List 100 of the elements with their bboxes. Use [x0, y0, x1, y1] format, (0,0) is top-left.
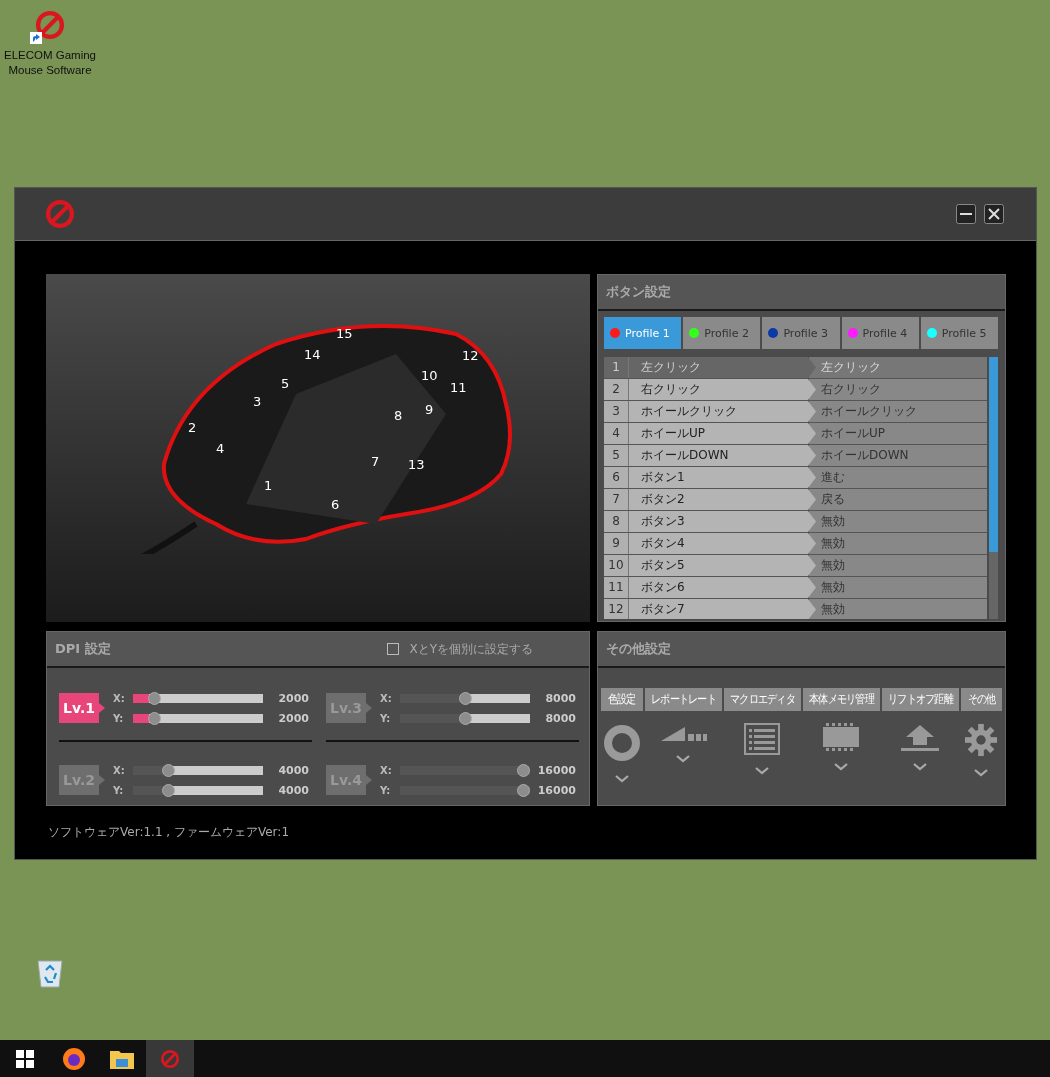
button-number-label: 4 [216, 440, 225, 458]
ring-icon[interactable] [601, 723, 642, 763]
button-name-cell[interactable]: ホイールDOWN [629, 445, 816, 466]
settings-tab[interactable]: 色設定 [601, 688, 643, 711]
dpi-slider[interactable] [400, 691, 530, 705]
button-number-label: 8 [394, 407, 403, 425]
button-name-cell[interactable]: ボタン1 [629, 467, 816, 488]
dpi-value: 4000 [277, 783, 309, 797]
dpi-slider[interactable] [400, 711, 530, 725]
row-number: 2 [604, 379, 629, 400]
app-logo-icon[interactable] [159, 1047, 181, 1070]
windows-start-icon[interactable] [16, 1049, 34, 1068]
axis-label: Y: [380, 784, 392, 796]
checkbox[interactable] [387, 643, 400, 655]
dpi-slider[interactable] [400, 763, 530, 777]
button-number-label: 3 [253, 393, 262, 411]
chevron-down-icon[interactable] [614, 775, 629, 783]
button-name-cell[interactable]: ボタン5 [629, 555, 816, 576]
shortcut-label[interactable]: ELECOM Gaming Mouse Software [2, 48, 98, 78]
panel-title: DPI 設定 [55, 640, 111, 658]
button-name-cell[interactable]: ボタン6 [629, 577, 816, 598]
button-name-cell[interactable]: ホイールクリック [629, 401, 816, 422]
button-name-cell[interactable]: 右クリック [629, 379, 816, 400]
app-logo-icon [43, 197, 77, 231]
profile-label: Profile 4 [862, 326, 908, 340]
scrollbar[interactable] [989, 357, 998, 619]
row-number: 4 [604, 423, 629, 444]
dpi-value: 2000 [277, 711, 309, 725]
axis-label: X: [380, 764, 393, 776]
profile-tab[interactable]: Profile 5 [920, 317, 998, 349]
assignment-cell[interactable]: 戻る [809, 489, 987, 510]
row-number: 6 [604, 467, 629, 488]
button-name-cell[interactable]: ホイールUP [629, 423, 816, 444]
button-name-cell[interactable]: ボタン7 [629, 599, 816, 619]
chevron-down-icon[interactable] [676, 755, 690, 763]
dpi-value: 4000 [277, 763, 309, 777]
chevron-down-icon[interactable] [755, 767, 769, 775]
button-name-cell[interactable]: ボタン4 [629, 533, 816, 554]
assignment-cell[interactable]: 無効 [809, 533, 987, 554]
button-number-label: 1 [264, 477, 273, 495]
button-number-label: 2 [188, 419, 197, 437]
dpi-value: 16000 [536, 763, 576, 777]
button-number-label: 13 [408, 456, 425, 474]
chevron-down-icon[interactable] [834, 763, 848, 771]
assignment-cell[interactable]: 進む [809, 467, 987, 488]
button-number-label: 15 [336, 325, 353, 343]
assignment-cell[interactable]: 右クリック [809, 379, 987, 400]
dpi-value: 8000 [544, 691, 576, 705]
dpi-slider[interactable] [133, 691, 263, 705]
row-number: 3 [604, 401, 629, 422]
chevron-down-icon[interactable] [913, 763, 927, 771]
settings-tab[interactable]: その他 [960, 688, 1002, 711]
checkbox-label[interactable]: XとYを個別に設定する [409, 632, 533, 666]
dpi-level-tab[interactable]: Lv.1 [59, 693, 105, 723]
assignment-cell[interactable]: ホイールクリック [809, 401, 987, 422]
profile-label: Profile 3 [783, 326, 829, 340]
axis-label: Y: [380, 712, 392, 724]
list-icon[interactable] [744, 723, 780, 755]
browser-icon[interactable] [62, 1046, 86, 1071]
dpi-value: 8000 [544, 711, 576, 725]
profile-tab[interactable]: Profile 3 [762, 317, 840, 349]
memory-chip-icon[interactable] [822, 723, 860, 751]
button-number-label: 5 [281, 375, 290, 393]
dpi-value: 2000 [277, 691, 309, 705]
settings-tab[interactable]: 本体メモリ管理 [802, 688, 880, 711]
settings-tab[interactable]: レポートレート [644, 688, 722, 711]
row-number: 1 [604, 357, 629, 378]
minimize-icon[interactable] [956, 204, 976, 224]
row-number: 9 [604, 533, 629, 554]
assignment-cell[interactable]: ホイールDOWN [809, 445, 987, 466]
settings-tab[interactable]: マクロエディタ [723, 688, 801, 711]
assignment-cell[interactable]: 無効 [809, 511, 987, 532]
button-number-label: 11 [450, 379, 467, 397]
assignment-cell[interactable]: 無効 [809, 599, 987, 619]
dpi-slider[interactable] [133, 763, 263, 777]
settings-icon[interactable] [964, 723, 999, 757]
axis-label: X: [113, 692, 126, 704]
dpi-slider[interactable] [400, 783, 530, 797]
chevron-down-icon[interactable] [974, 769, 989, 777]
profile-tab[interactable]: Profile 4 [841, 317, 919, 349]
upload-icon[interactable] [901, 723, 939, 751]
app-logo-icon[interactable] [33, 8, 67, 42]
button-name-cell[interactable]: ボタン2 [629, 489, 816, 510]
assignment-cell[interactable]: 無効 [809, 577, 987, 598]
row-number: 10 [604, 555, 629, 576]
folder-icon[interactable] [110, 1048, 134, 1069]
close-icon[interactable] [984, 204, 1004, 224]
profile-tab[interactable]: Profile 2 [683, 317, 761, 349]
assignment-cell[interactable]: 無効 [809, 555, 987, 576]
profile-tab[interactable]: Profile 1 [604, 317, 682, 349]
panel-title: その他設定 [598, 632, 1005, 668]
button-number-label: 14 [304, 346, 321, 364]
settings-tab[interactable]: リフトオフ距離 [881, 688, 959, 711]
axis-label: X: [380, 692, 393, 704]
row-number: 5 [604, 445, 629, 466]
dpi-slider[interactable] [133, 711, 263, 725]
dpi-slider[interactable] [133, 783, 263, 797]
button-number-label: 9 [425, 401, 434, 419]
assignment-cell[interactable]: ホイールUP [809, 423, 987, 444]
button-name-cell[interactable]: ボタン3 [629, 511, 816, 532]
